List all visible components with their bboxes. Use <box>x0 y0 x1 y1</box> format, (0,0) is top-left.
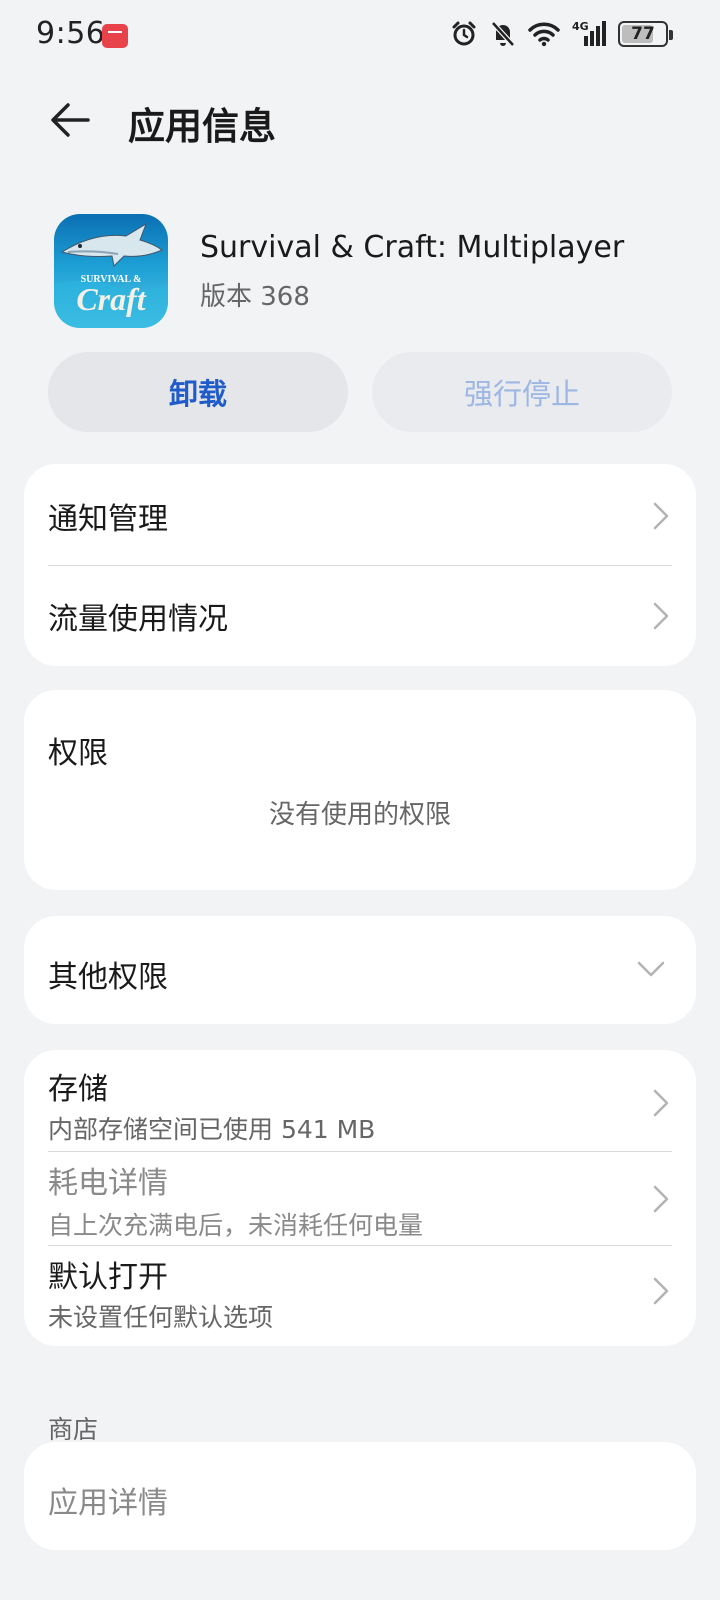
other-permissions-label: 其他权限 <box>48 960 168 995</box>
storage-title: 存储 <box>48 1072 108 1107</box>
chevron-down-icon <box>637 961 665 977</box>
store-section-caption: 商店 <box>48 1415 99 1444</box>
data-usage-row[interactable]: 流量使用情况 <box>24 566 696 666</box>
storage-subtitle: 内部存储空间已使用 541 MB <box>48 1115 376 1144</box>
default-open-row[interactable]: 默认打开 未设置任何默认选项 <box>24 1246 696 1346</box>
action-buttons: 卸载 强行停止 <box>48 352 672 432</box>
wifi-icon <box>528 22 560 47</box>
battery-level: 77 <box>631 24 655 44</box>
uninstall-button[interactable]: 卸载 <box>48 352 348 432</box>
battery-tip <box>669 30 673 40</box>
app-details-label: 应用详情 <box>48 1486 168 1521</box>
default-open-title: 默认打开 <box>48 1260 168 1295</box>
other-permissions-card[interactable]: 其他权限 <box>24 916 696 1024</box>
app-version: 版本 368 <box>200 282 310 312</box>
permissions-title: 权限 <box>48 736 108 771</box>
permissions-card[interactable]: 权限 没有使用的权限 <box>24 690 696 890</box>
notification-data-card: 通知管理 流量使用情况 <box>24 464 696 666</box>
power-usage-title: 耗电详情 <box>48 1166 168 1201</box>
signal-4g-icon: 4G <box>572 20 606 48</box>
page-title: 应用信息 <box>128 105 276 148</box>
storage-row[interactable]: 存储 内部存储空间已使用 541 MB <box>24 1050 696 1151</box>
battery-icon: 77 <box>618 21 673 47</box>
data-usage-label: 流量使用情况 <box>48 602 228 637</box>
status-icons: 4G 77 <box>450 18 673 50</box>
no-permissions-text: 没有使用的权限 <box>268 800 451 830</box>
chevron-right-icon <box>653 1277 669 1305</box>
app-store-notification-icon <box>102 24 128 48</box>
alarm-icon <box>452 21 476 46</box>
chevron-right-icon <box>653 502 669 530</box>
chevron-right-icon <box>653 1089 669 1117</box>
storage-power-default-card: 存储 内部存储空间已使用 541 MB 耗电详情 自上次充满电后，未消耗任何电量… <box>24 1050 696 1346</box>
app-icon: SURVIVAL & Craft <box>54 214 168 328</box>
app-details-row[interactable]: 应用详情 <box>24 1442 696 1550</box>
notification-management-label: 通知管理 <box>48 502 168 537</box>
app-name: Survival & Craft: Multiplayer <box>200 230 625 265</box>
chevron-right-icon <box>653 1185 669 1213</box>
default-open-subtitle: 未设置任何默认选项 <box>48 1303 274 1332</box>
power-usage-row[interactable]: 耗电详情 自上次充满电后，未消耗任何电量 <box>24 1152 696 1245</box>
back-button[interactable] <box>44 96 96 144</box>
force-stop-button[interactable]: 强行停止 <box>372 352 672 432</box>
app-header: SURVIVAL & Craft Survival & Craft: Multi… <box>0 210 720 330</box>
mute-bell-icon <box>491 21 515 47</box>
notification-management-row[interactable]: 通知管理 <box>24 464 696 568</box>
status-time: 9:56 <box>36 16 106 51</box>
status-bar: 9:56 4G 77 <box>0 0 720 70</box>
back-arrow-icon <box>51 103 90 137</box>
app-bar: 应用信息 <box>0 80 720 160</box>
svg-text:Craft: Craft <box>76 281 146 317</box>
chevron-right-icon <box>653 602 669 630</box>
store-card: 应用详情 <box>24 1442 696 1550</box>
power-usage-subtitle: 自上次充满电后，未消耗任何电量 <box>48 1211 424 1240</box>
